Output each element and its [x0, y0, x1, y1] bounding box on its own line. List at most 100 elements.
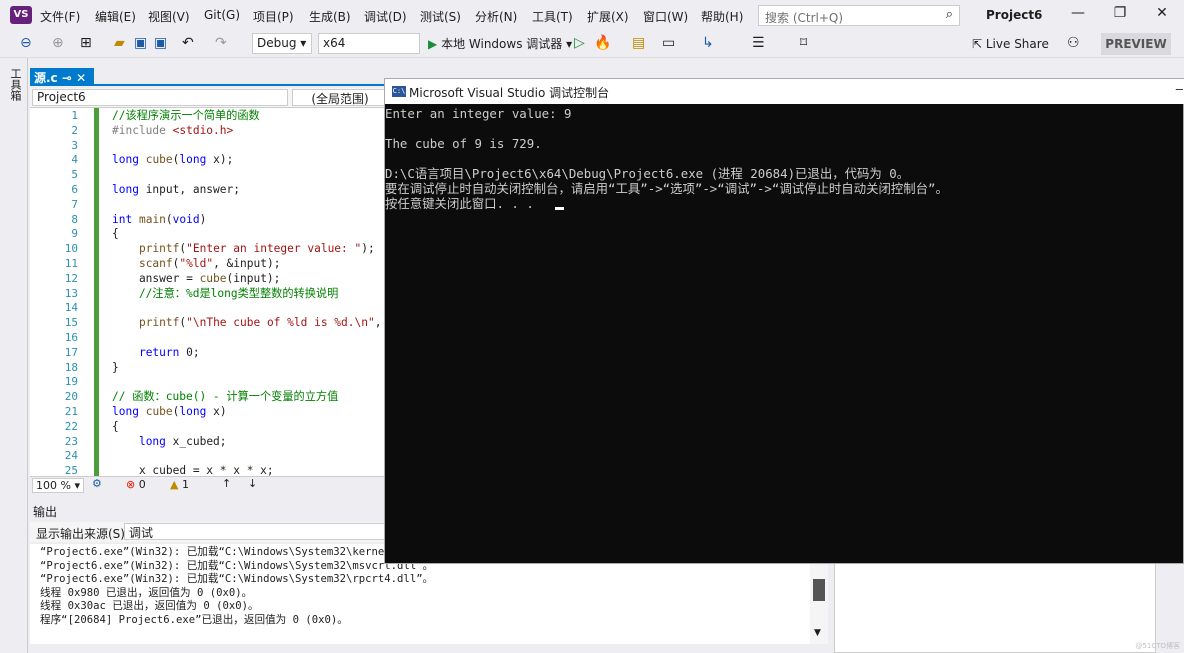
line-number: 10 [64, 242, 78, 256]
nav-project-label: Project6 [37, 90, 86, 104]
run-without-debug-icon[interactable]: ▷ [574, 35, 585, 51]
code-line: answer = cube(input); [112, 271, 281, 285]
code-line: { [112, 227, 119, 241]
output-title: 输出 [33, 505, 58, 519]
preview-button[interactable]: PREVIEW [1101, 33, 1171, 55]
bookmark-icon[interactable]: ⌑ [800, 35, 807, 51]
warning-count[interactable]: ▲ 1 [170, 478, 189, 491]
line-number: 13 [64, 286, 78, 300]
menu-view[interactable]: 视图(V) [148, 8, 190, 25]
pin-icon[interactable]: ⊸ [62, 71, 72, 85]
menu-analyze[interactable]: 分析(N) [475, 8, 517, 25]
line-number: 7 [71, 197, 78, 211]
warning-count-value: 1 [181, 478, 189, 491]
toolbox-tab[interactable]: 工具箱 [7, 68, 23, 101]
output-line: “Project6.exe”(Win32): 已加载“C:\Windows\Sy… [40, 573, 434, 586]
menu-extensions[interactable]: 扩展(X) [587, 8, 629, 25]
project-title: Project6 [986, 8, 1043, 22]
watermark: @51CTO博客 [1135, 642, 1180, 650]
minimize-icon[interactable]: — [1066, 5, 1090, 21]
prev-issue-icon[interactable]: ↑ [222, 477, 231, 490]
line-number: 1 [71, 109, 78, 122]
code-editor[interactable]: 1 2 3 4 5 6 7 8 9 10 11 12 13 14 15 16 17 18 19 20 21 22 23 24 2… [30, 108, 390, 476]
account-icon[interactable]: ⚇ [1067, 35, 1080, 51]
back-icon[interactable]: ⊖ [20, 35, 32, 51]
close-icon[interactable]: ✕ [1150, 5, 1174, 21]
live-share-button[interactable]: ⇱ Live Share [972, 37, 1049, 51]
zoom-dropdown[interactable]: 100 % ▾ [32, 478, 84, 493]
tab-close-icon[interactable]: ✕ [76, 71, 86, 85]
visual-studio-logo-icon[interactable]: VS [10, 6, 32, 24]
live-share-label: Live Share [985, 37, 1049, 51]
console-title: Microsoft Visual Studio 调试控制台 [409, 86, 610, 100]
line-number: 22 [64, 419, 78, 433]
hot-reload-icon[interactable]: 🔥 [594, 35, 611, 51]
menu-tools[interactable]: 工具(T) [532, 8, 573, 25]
error-count[interactable]: ⊗ 0 [126, 478, 146, 491]
line-number: 2 [71, 123, 78, 137]
line-number: 5 [71, 168, 78, 182]
undo-icon[interactable]: ↶ [182, 35, 194, 51]
console-title-bar: C:\ Microsoft Visual Studio 调试控制台 — [385, 79, 1184, 104]
menu-file[interactable]: 文件(F) [40, 8, 80, 25]
console-minimize-icon[interactable]: — [1176, 82, 1183, 96]
indent-icon[interactable]: ☰ [752, 35, 765, 51]
line-number: 23 [64, 434, 78, 448]
tab-source-c[interactable]: 源.c ⊸ ✕ [30, 68, 94, 86]
output-line: 线程 0x30ac 已退出，返回值为 0 (0x0)。 [40, 600, 259, 613]
code-line: scanf("%ld", &input); [138, 257, 281, 270]
line-number: 19 [64, 375, 78, 389]
output-source-value: 调试 [129, 526, 154, 540]
toolbar-window-icon[interactable]: ▭ [662, 35, 675, 51]
debug-console-window[interactable]: C:\ Microsoft Visual Studio 调试控制台 — Ente… [384, 78, 1184, 564]
menu-build[interactable]: 生成(B) [309, 8, 351, 25]
line-number: 16 [64, 331, 78, 344]
search-input[interactable]: 搜索 (Ctrl+Q) ⌕ [758, 5, 960, 26]
project-dropdown[interactable]: Project6 [32, 89, 288, 106]
code-line: long input, answer; [112, 183, 240, 196]
output-scroll-thumb[interactable] [813, 579, 825, 601]
line-number: 24 [64, 449, 78, 463]
output-source-dropdown[interactable]: 调试 [124, 523, 424, 540]
menu-window[interactable]: 窗口(W) [643, 8, 688, 25]
solution-explorer-panel [834, 560, 1156, 653]
line-number: 12 [64, 271, 78, 285]
config-dropdown[interactable]: Debug ▾ [252, 33, 312, 54]
step-icon[interactable]: ↳ [702, 35, 714, 51]
menu-test[interactable]: 测试(S) [420, 8, 461, 25]
line-number: 6 [71, 183, 78, 196]
menu-debug[interactable]: 调试(D) [364, 8, 407, 25]
redo-icon[interactable]: ↷ [215, 35, 227, 51]
line-number: 20 [64, 390, 78, 404]
output-line: 线程 0x980 已退出，返回值为 0 (0x0)。 [40, 586, 253, 599]
menu-edit[interactable]: 编辑(E) [95, 8, 136, 25]
forward-icon[interactable]: ⊕ [52, 35, 64, 51]
scope-dropdown[interactable]: (全局范围) [292, 89, 388, 106]
menu-help[interactable]: 帮助(H) [701, 8, 743, 25]
menu-git[interactable]: Git(G) [204, 8, 240, 22]
output-line: “Project6.exe”(Win32): 已加载“C:\Windows\Sy… [40, 546, 410, 558]
toolbar: ⊖ ⊕ ⊞ ▰ ▣ ▣ ↶ ↷ Debug ▾ x64 ▶ 本地 Windows… [0, 30, 1184, 58]
health-icon[interactable]: ⚙ [92, 477, 102, 490]
scroll-down-icon[interactable]: ▼ [814, 628, 821, 638]
open-file-icon[interactable]: ▰ [114, 35, 125, 51]
save-all-icon[interactable]: ▣ [154, 35, 167, 51]
code-line: { [112, 419, 119, 433]
nav-scope-label: (全局范围) [311, 92, 369, 106]
toolbar-misc-icon[interactable]: ▤ [632, 35, 645, 51]
line-number: 11 [64, 257, 78, 270]
line-number: 3 [71, 138, 78, 152]
menu-project[interactable]: 项目(P) [253, 8, 294, 25]
platform-dropdown[interactable]: x64 [318, 33, 420, 54]
toolbox-strip: 工具箱 [0, 58, 28, 653]
console-line: 按任意键关闭此窗口. . . [385, 196, 534, 211]
new-project-icon[interactable]: ⊞ [80, 35, 92, 51]
start-debugging-button[interactable]: ▶ 本地 Windows 调试器 ▾ [428, 35, 572, 52]
code-line: #include <stdio.h> [112, 123, 234, 137]
search-icon: ⌕ [945, 7, 953, 22]
code-line: int main(void) [112, 212, 207, 226]
output-line: 程序“[20684] Project6.exe”已退出，返回值为 0 (0x0)… [40, 614, 348, 626]
save-icon[interactable]: ▣ [134, 35, 147, 51]
next-issue-icon[interactable]: ↓ [248, 477, 257, 490]
restore-icon[interactable]: ❐ [1108, 5, 1132, 21]
